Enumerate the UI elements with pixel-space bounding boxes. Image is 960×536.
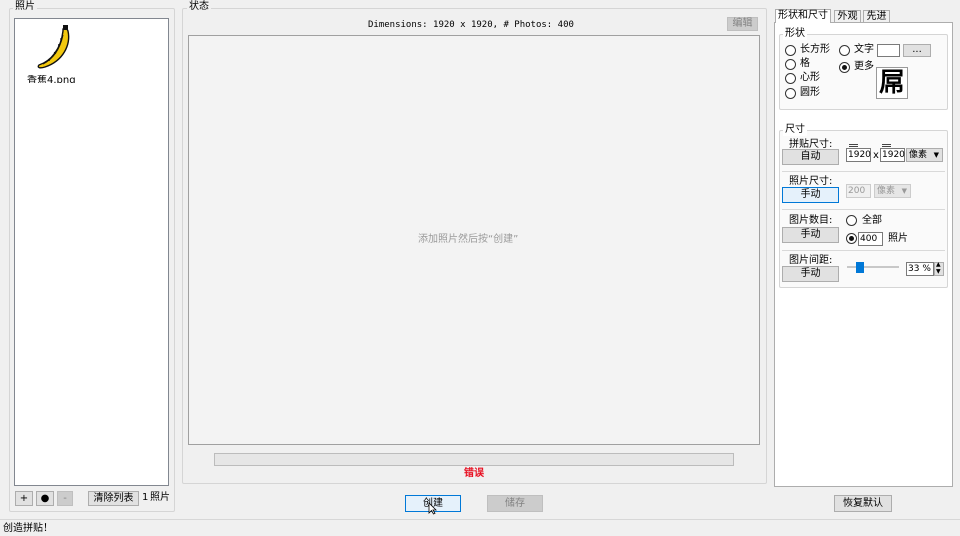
error-text: 错误 <box>464 468 484 479</box>
dimensions-text: Dimensions: 1920 x 1920, # Photos: 400 <box>368 20 574 30</box>
status-bar: 创造拼贴！ <box>0 519 960 536</box>
spacing-slider[interactable] <box>847 262 899 273</box>
shape-grid-radio[interactable] <box>785 59 796 70</box>
photo-count-unit: 照片 <box>150 492 170 503</box>
remove-photo-button[interactable]: - <box>57 491 73 506</box>
shape-text-label: 文字 <box>854 44 874 55</box>
size-separator <box>782 171 945 172</box>
tile-size-times: x <box>873 150 879 161</box>
height-icon <box>882 144 891 147</box>
status-legend: 状态 <box>187 1 211 13</box>
count-all-radio[interactable] <box>846 215 857 226</box>
photo-count-mode-button[interactable]: 手动 <box>782 227 839 243</box>
tile-height-input[interactable]: 1920 <box>880 148 905 162</box>
add-photo-button[interactable]: + <box>15 491 33 506</box>
shape-legend: 形状 <box>783 28 807 40</box>
shape-text-radio[interactable] <box>839 45 850 56</box>
globe-icon: ● <box>40 493 50 504</box>
chevron-down-icon: ▼ <box>901 187 907 195</box>
preview-hint: 添加照片然后按“创建” <box>418 234 519 245</box>
status-bar-text: 创造拼贴！ <box>3 523 53 534</box>
photo-size-input[interactable]: 200 <box>846 184 871 198</box>
shape-preview-char: 屌 <box>878 68 905 98</box>
chevron-down-icon: ▼ <box>933 151 939 159</box>
tile-width-input[interactable]: 1920 <box>846 148 871 162</box>
size-separator <box>782 209 945 210</box>
tab-shape-size[interactable]: 形状和尺寸 <box>775 9 831 23</box>
photo-item-name: 香蕉4.png <box>27 75 76 83</box>
tile-size-mode-button[interactable]: 自动 <box>782 149 839 165</box>
spacing-value-input[interactable]: 33 % <box>906 262 934 276</box>
shape-more-radio[interactable] <box>839 62 850 73</box>
shape-circle-label: 圆形 <box>800 87 820 98</box>
shape-circle-radio[interactable] <box>785 88 796 99</box>
clear-list-button[interactable]: 清除列表 <box>88 491 139 506</box>
tab-advanced[interactable]: 先进 <box>863 10 890 22</box>
reset-defaults-button[interactable]: 恢复默认 <box>834 495 892 512</box>
spin-up-icon: ▲ <box>936 261 941 268</box>
tile-unit-select[interactable]: 像素 ▼ <box>906 148 943 162</box>
width-icon <box>849 144 858 147</box>
shape-rectangle-label: 长方形 <box>800 44 830 55</box>
count-manual-radio[interactable] <box>846 233 857 244</box>
shape-grid-label: 格 <box>800 58 810 69</box>
shape-heart-radio[interactable] <box>785 73 796 84</box>
spacing-slider-thumb[interactable] <box>856 262 864 273</box>
photo-list[interactable]: 香蕉4.png <box>14 18 169 486</box>
shape-more-label: 更多 <box>854 61 874 72</box>
photo-count-label: 图片数目: <box>789 215 833 226</box>
tile-unit-value: 像素 <box>909 150 928 160</box>
photos-legend: 照片 <box>13 1 37 13</box>
progress-bar <box>214 453 734 466</box>
spacing-spinner[interactable]: ▲ ▼ <box>934 261 944 276</box>
photo-count-input[interactable]: 400 <box>858 232 883 246</box>
shape-preview[interactable]: 屌 <box>876 67 908 99</box>
save-button[interactable]: 储存 <box>487 495 543 512</box>
photo-item[interactable]: 香蕉4.png <box>25 25 85 83</box>
shape-heart-label: 心形 <box>800 72 820 83</box>
spacing-slider-track <box>847 266 899 268</box>
banana-thumbnail-icon <box>37 25 70 69</box>
photo-unit-value: 像素 <box>877 186 896 196</box>
shape-text-browse-button[interactable]: ... <box>903 44 931 57</box>
shape-rectangle-radio[interactable] <box>785 45 796 56</box>
photo-unit-select[interactable]: 像素 ▼ <box>874 184 911 198</box>
preview-canvas[interactable]: 添加照片然后按“创建” <box>188 35 760 445</box>
photo-size-mode-button[interactable]: 手动 <box>782 187 839 203</box>
add-web-photo-button[interactable]: ● <box>36 491 54 506</box>
edit-button[interactable]: 编辑 <box>727 17 758 31</box>
tab-appearance[interactable]: 外观 <box>834 10 861 22</box>
shape-text-input[interactable] <box>877 44 900 57</box>
size-separator <box>782 250 945 251</box>
count-all-label: 全部 <box>862 215 882 226</box>
spacing-mode-button[interactable]: 手动 <box>782 266 839 282</box>
mouse-cursor-icon <box>428 502 437 515</box>
photo-count: 1 <box>142 492 149 503</box>
photo-count-unit-label: 照片 <box>888 233 908 244</box>
spin-down-icon: ▼ <box>936 268 941 275</box>
size-legend: 尺寸 <box>783 124 807 136</box>
